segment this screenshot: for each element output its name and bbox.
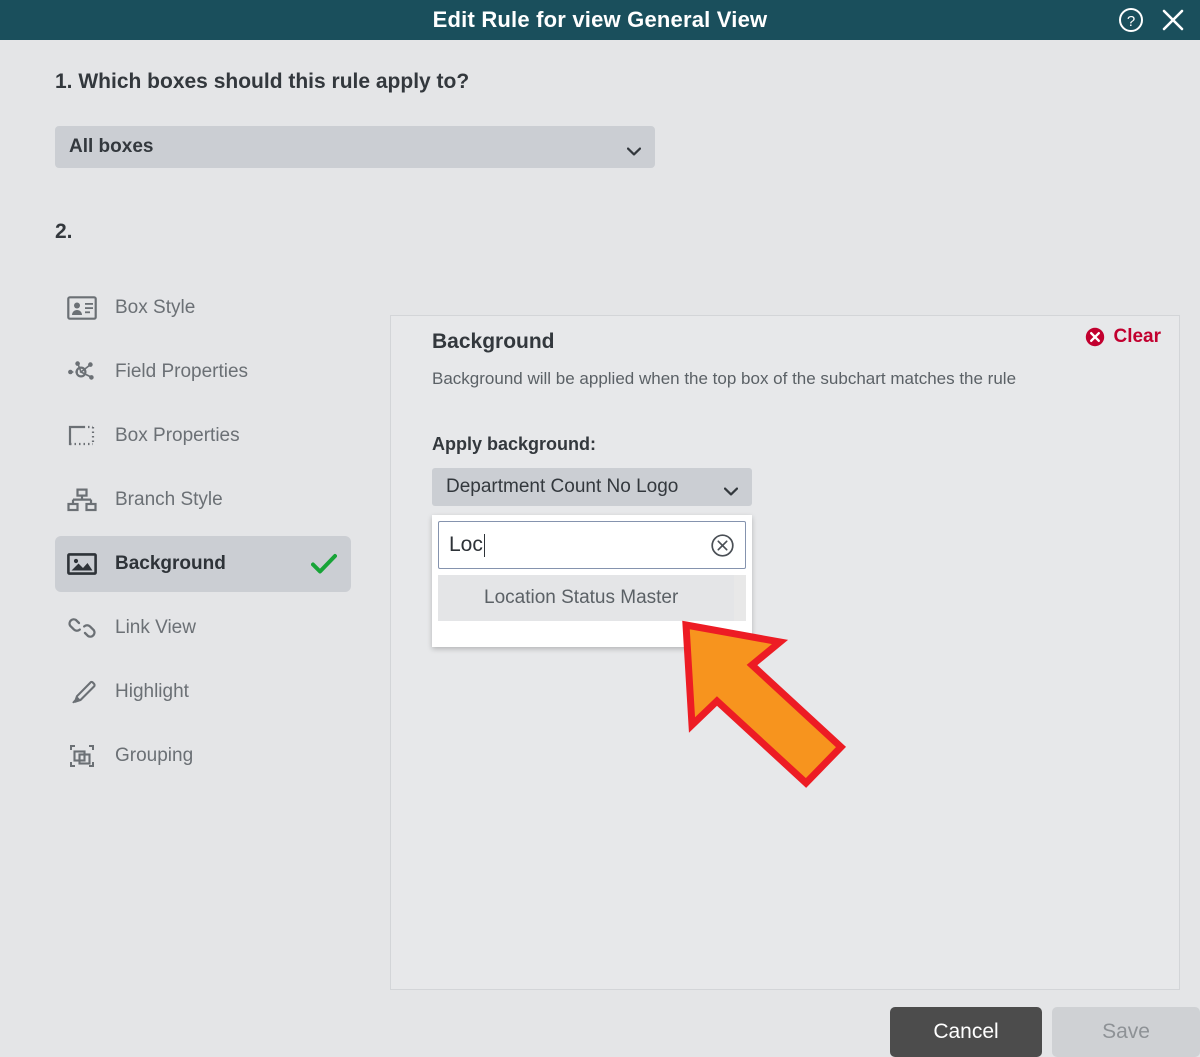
clear-button[interactable]: Clear [1085,326,1161,348]
sidebar-item-branch-style[interactable]: Branch Style [55,472,351,528]
chevron-down-icon [723,483,739,495]
step1-heading: 1. Which boxes should this rule apply to… [55,70,470,93]
text-caret [483,533,485,557]
chevron-down-icon [626,143,642,155]
step2-heading: 2. [55,220,73,243]
boxes-scope-select[interactable]: All boxes [55,126,655,168]
boxes-scope-select-value: All boxes [69,136,154,157]
svg-text:?: ? [1127,13,1135,30]
background-select-value: Department Count No Logo [446,476,679,497]
circle-x-icon[interactable] [710,533,735,558]
sidebar-item-label: Background [115,553,226,574]
sidebar-item-label: Box Properties [115,425,240,446]
sidebar-item-grouping[interactable]: Grouping [55,728,351,784]
sidebar-item-label: Branch Style [115,489,223,510]
settings-sidebar: Box Style Field Properties Box Propertie… [55,280,351,792]
sidebar-item-link-view[interactable]: Link View [55,600,351,656]
sidebar-item-highlight[interactable]: Highlight [55,664,351,720]
dropdown-scrollbar-thumb[interactable] [734,575,746,621]
dialog-title: Edit Rule for view General View [432,7,768,32]
dropdown-option[interactable]: Location Status Master [438,575,734,621]
org-chart-icon [65,485,99,515]
image-icon [65,549,99,579]
sidebar-item-label: Field Properties [115,361,249,382]
sidebar-item-label: Link View [115,617,196,638]
id-card-icon [65,293,99,323]
grouping-shapes-icon [65,741,99,771]
sidebar-item-label: Box Style [115,297,196,318]
dashed-box-icon [65,421,99,451]
sidebar-item-box-style[interactable]: Box Style [55,280,351,336]
background-settings-panel: Background Clear Background will be appl… [390,315,1180,990]
dropdown-search-value: Loc [449,533,710,557]
sidebar-item-label: Highlight [115,681,189,702]
apply-background-label: Apply background: [432,434,597,454]
titlebar-actions: ? [1118,0,1186,40]
close-icon[interactable] [1160,7,1186,33]
save-button[interactable]: Save [1052,1007,1200,1057]
background-dropdown: Loc Location Status Master [432,515,752,647]
sidebar-item-label: Grouping [115,745,194,766]
clear-label: Clear [1113,326,1161,347]
green-check-icon [311,553,337,575]
sidebar-item-field-properties[interactable]: Field Properties [55,344,351,400]
dialog-titlebar: Edit Rule for view General View ? [0,0,1200,40]
panel-description: Background will be applied when the top … [432,369,1017,388]
highlighter-pen-icon [65,677,99,707]
dialog-body: 1. Which boxes should this rule apply to… [0,40,1200,1057]
cancel-button[interactable]: Cancel [890,1007,1042,1057]
dropdown-option-list: Location Status Master [438,575,746,637]
clear-circle-x-icon [1085,327,1105,347]
node-network-icon [65,357,99,387]
dropdown-search-text: Loc [449,533,483,556]
dropdown-search-field[interactable]: Loc [438,521,746,569]
sidebar-item-background[interactable]: Background [55,536,351,592]
background-select[interactable]: Department Count No Logo [432,468,752,506]
help-circle-icon[interactable]: ? [1118,7,1144,33]
link-chain-icon [65,613,99,643]
panel-title: Background [432,330,555,353]
sidebar-item-box-properties[interactable]: Box Properties [55,408,351,464]
dropdown-scrollbar[interactable] [734,575,746,621]
